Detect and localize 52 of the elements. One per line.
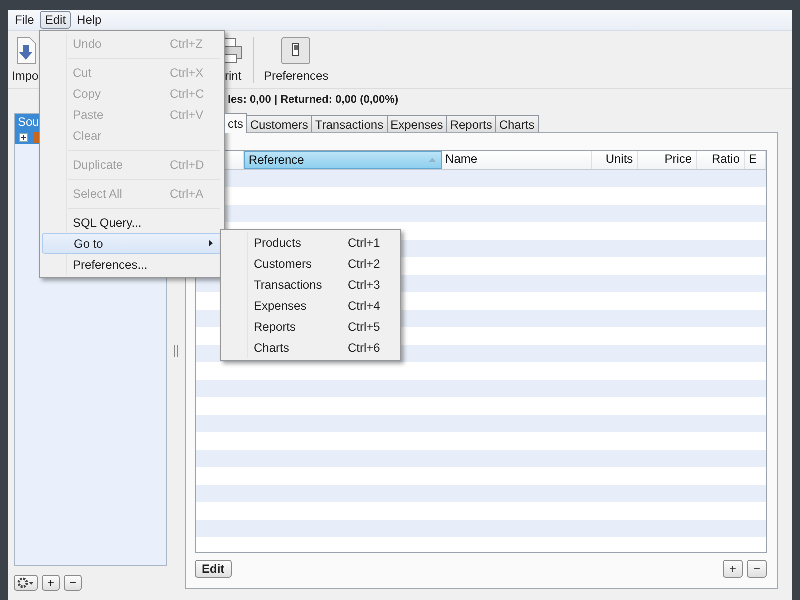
shortcut-label: Ctrl+Z [170, 36, 204, 50]
shortcut-label: Ctrl+6 [348, 340, 382, 354]
shortcut-label: Ctrl+A [170, 186, 205, 200]
menu-item[interactable]: Transactions Ctrl+3 [223, 274, 398, 295]
column-header[interactable]: E [745, 151, 766, 169]
shortcut-label: Ctrl+1 [348, 236, 382, 250]
submenu-arrow-icon [209, 240, 213, 247]
shortcut-label: Ctrl+2 [348, 256, 382, 270]
add-button[interactable]: + [42, 575, 60, 591]
menu-item[interactable]: Customers Ctrl+2 [223, 253, 398, 274]
toolbar-button[interactable]: Preferences [264, 37, 329, 83]
summary-text: les: 0,00 | Returned: 0,00 (0,00%) [228, 94, 399, 106]
column-header[interactable]: Reference [244, 151, 442, 169]
menu-item[interactable]: Charts Ctrl+6 [223, 337, 398, 358]
menu[interactable]: File [10, 11, 40, 29]
splitter-grip-icon[interactable] [174, 345, 178, 357]
shortcut-label: Ctrl+5 [348, 320, 382, 334]
menu[interactable]: Help [72, 11, 107, 29]
gear-icon [17, 577, 35, 589]
toolbar-button[interactable]: Impo [12, 37, 37, 83]
sort-arrow-icon [428, 158, 436, 162]
switch-icon [281, 37, 312, 65]
add-button[interactable]: + [723, 560, 743, 578]
import-icon [15, 37, 37, 65]
column-header[interactable]: Price [638, 151, 698, 169]
tab[interactable]: Expenses [386, 115, 448, 133]
menu[interactable]: Edit [40, 11, 72, 29]
remove-button[interactable]: − [747, 560, 767, 578]
tab[interactable]: cts [224, 113, 248, 133]
tab[interactable]: Transactions [311, 115, 388, 133]
shortcut-label: Ctrl+X [170, 66, 205, 80]
tab[interactable]: Charts [495, 115, 539, 133]
shortcut-label: Ctrl+V [170, 108, 205, 122]
menu-item[interactable]: Go to [42, 233, 222, 254]
shortcut-label: Ctrl+C [170, 86, 206, 100]
settings-button[interactable] [14, 575, 38, 591]
column-header[interactable]: Name [442, 151, 592, 169]
menu-item[interactable]: Products Ctrl+1 [223, 232, 398, 253]
menu-item[interactable]: SQL Query... [42, 212, 222, 233]
edit-button[interactable]: Edit [195, 560, 232, 578]
menu-item[interactable]: Expenses Ctrl+4 [223, 295, 398, 316]
menu-item[interactable]: Preferences... [42, 254, 222, 275]
tab[interactable]: Reports [446, 115, 496, 133]
menu-item[interactable]: Reports Ctrl+5 [223, 316, 398, 337]
tab[interactable]: Customers [246, 115, 312, 133]
expand-icon[interactable] [19, 132, 28, 142]
column-header[interactable]: Ratio [697, 151, 746, 169]
shortcut-label: Ctrl+4 [348, 298, 382, 312]
shortcut-label: Ctrl+3 [348, 278, 382, 292]
column-header[interactable]: Units [592, 151, 638, 169]
remove-button[interactable]: − [64, 575, 82, 591]
shortcut-label: Ctrl+D [170, 158, 206, 172]
